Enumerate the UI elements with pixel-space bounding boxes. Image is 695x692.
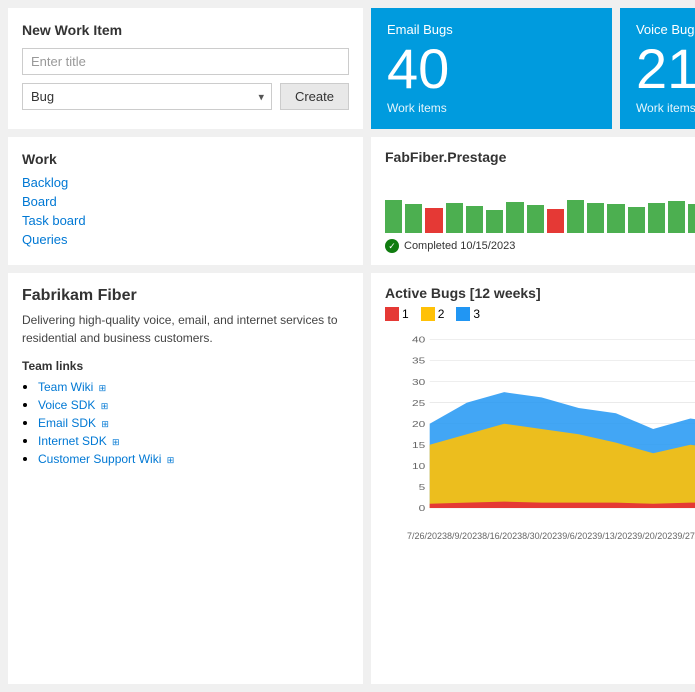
list-item: Customer Support Wiki ⊞ [38, 451, 349, 466]
external-icon: ⊞ [101, 401, 109, 411]
chart-legend: 1 2 3 [385, 307, 695, 321]
external-icon: ⊞ [167, 455, 175, 465]
bar [446, 203, 463, 233]
fabfiber-bar-chart [385, 173, 695, 233]
about-panel: Fabrikam Fiber Delivering high-quality v… [8, 273, 363, 684]
email-bugs-title: Email Bugs [387, 22, 596, 37]
active-bugs-panel: Active Bugs [12 weeks] 1 2 3 [371, 273, 695, 684]
svg-text:20: 20 [412, 420, 426, 429]
svg-text:15: 15 [412, 441, 426, 450]
team-wiki-link[interactable]: Team Wiki ⊞ [38, 380, 106, 394]
legend-label-2: 2 [438, 307, 445, 321]
board-link[interactable]: Board [22, 194, 349, 209]
check-icon: ✓ [385, 239, 399, 253]
bar [527, 205, 544, 233]
email-bugs-subtitle: Work items [387, 101, 596, 115]
bar [547, 209, 564, 233]
legend-item-2: 2 [421, 307, 445, 321]
team-links-list: Team Wiki ⊞ Voice SDK ⊞ Email SDK ⊞ Inte… [22, 379, 349, 466]
work-item-title-input[interactable] [22, 48, 349, 75]
external-icon: ⊞ [99, 383, 107, 393]
legend-color-1 [385, 307, 399, 321]
bar [648, 203, 665, 233]
legend-color-2 [421, 307, 435, 321]
about-description: Delivering high-quality voice, email, an… [22, 311, 349, 347]
bar [405, 204, 422, 233]
voice-bugs-count: 21 [636, 41, 695, 97]
svg-text:25: 25 [412, 399, 426, 408]
legend-item-3: 3 [456, 307, 480, 321]
team-links-heading: Team links [22, 359, 349, 373]
create-button[interactable]: Create [280, 83, 349, 110]
stat-tiles-container: Email Bugs 40 Work items Voice Bugs 21 W… [371, 8, 695, 129]
backlog-link[interactable]: Backlog [22, 175, 349, 190]
area-chart: 0 5 10 15 20 25 30 35 40 [385, 329, 695, 529]
taskboard-link[interactable]: Task board [22, 213, 349, 228]
voice-bugs-tile[interactable]: Voice Bugs 21 Work items [620, 8, 695, 129]
new-work-item-panel: New Work Item Bug Task User Story Featur… [8, 8, 363, 129]
bar [425, 208, 442, 233]
bar [506, 202, 523, 233]
bar [385, 200, 402, 233]
svg-text:35: 35 [412, 357, 426, 366]
active-bugs-title: Active Bugs [12 weeks] [385, 285, 695, 301]
legend-label-1: 1 [402, 307, 409, 321]
svg-text:30: 30 [412, 378, 426, 387]
bar [607, 204, 624, 233]
about-title: Fabrikam Fiber [22, 287, 349, 305]
list-item: Internet SDK ⊞ [38, 433, 349, 448]
bar [688, 204, 695, 233]
svg-text:10: 10 [412, 462, 426, 471]
legend-label-3: 3 [473, 307, 480, 321]
fabfiber-chart-title: FabFiber.Prestage [385, 149, 695, 165]
internet-sdk-link[interactable]: Internet SDK ⊞ [38, 434, 120, 448]
legend-color-3 [456, 307, 470, 321]
svg-text:40: 40 [412, 336, 426, 345]
voice-bugs-title: Voice Bugs [636, 22, 695, 37]
external-icon: ⊞ [112, 437, 120, 447]
fabfiber-chart-panel: FabFiber.Prestage ✓ Completed 10/15/2023 [371, 137, 695, 265]
completed-row: ✓ Completed 10/15/2023 [385, 239, 695, 253]
voice-bugs-subtitle: Work items [636, 101, 695, 115]
work-links-title: Work [22, 151, 349, 167]
queries-link[interactable]: Queries [22, 232, 349, 247]
work-links-panel: Work Backlog Board Task board Queries [8, 137, 363, 265]
new-work-item-title: New Work Item [22, 22, 349, 38]
list-item: Voice SDK ⊞ [38, 397, 349, 412]
list-item: Email SDK ⊞ [38, 415, 349, 430]
email-sdk-link[interactable]: Email SDK ⊞ [38, 416, 109, 430]
email-bugs-tile[interactable]: Email Bugs 40 Work items [371, 8, 612, 129]
area-chart-svg: 0 5 10 15 20 25 30 35 40 [385, 329, 695, 529]
x-axis-labels: 7/26/2023 8/9/2023 8/16/2023 8/30/2023 9… [385, 531, 695, 541]
bar [567, 200, 584, 233]
work-type-select[interactable]: Bug Task User Story Feature Epic [22, 83, 272, 110]
legend-item-1: 1 [385, 307, 409, 321]
bar [628, 207, 645, 233]
list-item: Team Wiki ⊞ [38, 379, 349, 394]
bar [587, 203, 604, 233]
customer-support-wiki-link[interactable]: Customer Support Wiki ⊞ [38, 452, 174, 466]
bar [466, 206, 483, 233]
external-icon: ⊞ [101, 419, 109, 429]
svg-text:0: 0 [419, 505, 426, 514]
bar [668, 201, 685, 233]
svg-text:5: 5 [419, 484, 426, 493]
email-bugs-count: 40 [387, 41, 596, 97]
completed-text: Completed 10/15/2023 [404, 240, 515, 252]
bar [486, 210, 503, 233]
voice-sdk-link[interactable]: Voice SDK ⊞ [38, 398, 108, 412]
